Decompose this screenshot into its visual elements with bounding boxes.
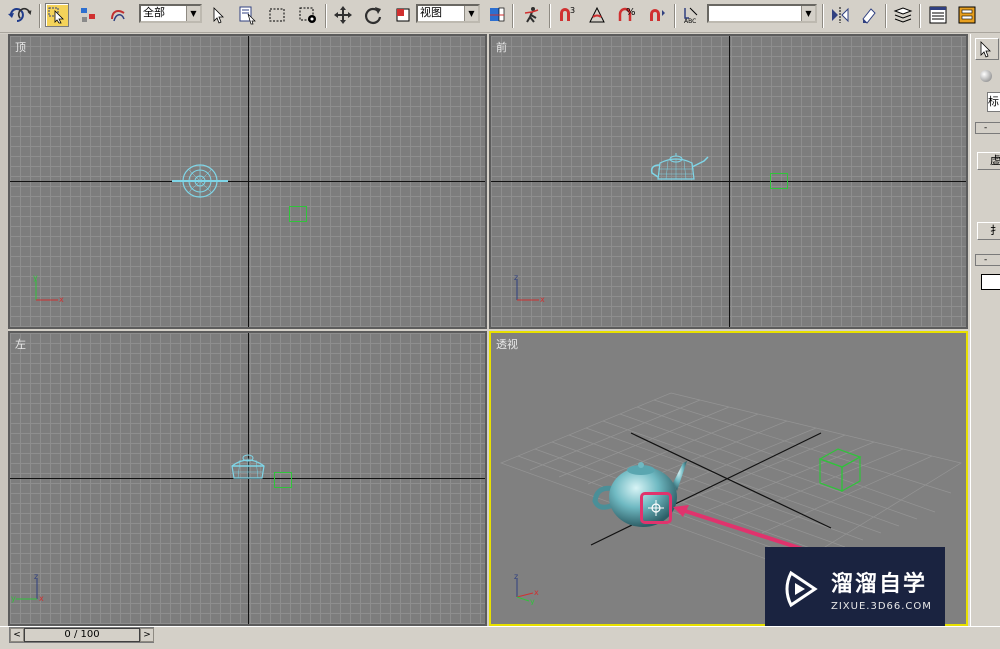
move-icon[interactable] [331, 3, 355, 27]
object-type-button-1[interactable]: 虚 [977, 152, 1000, 170]
named-selection-edit-icon[interactable]: ABC [680, 3, 704, 27]
main-toolbar: 全部 ▼ 视图 ▼ 3 % ABC ▼ [0, 0, 1000, 33]
redo-icon[interactable] [16, 3, 34, 27]
axis-label-y: y [530, 597, 535, 605]
axis-label-z: z [34, 572, 38, 581]
viewport-left[interactable]: 左 z y x [8, 331, 487, 626]
object-type-button-2[interactable]: 扌 [977, 222, 1000, 240]
window-crossing-icon[interactable] [296, 3, 320, 27]
time-next-icon[interactable]: > [140, 628, 154, 642]
viewport-label-front[interactable]: 前 [496, 39, 507, 55]
axis-label-x: x [59, 295, 64, 304]
axis-tripod-perspective: z x y [514, 572, 539, 605]
watermark-logo: 溜溜自学 ZIXUE.3D66.COM [765, 547, 945, 631]
svg-text:3: 3 [570, 6, 575, 15]
dummy-helper-top[interactable] [289, 206, 307, 222]
time-slider-thumb[interactable]: 0 / 100 [24, 628, 140, 642]
select-cursor-icon[interactable] [206, 3, 230, 27]
viewport-label-top[interactable]: 顶 [15, 39, 26, 55]
status-bar: < 0 / 100 > [0, 626, 1000, 649]
command-panel: 标 - 虚 扌 - [970, 34, 1000, 626]
select-by-name-icon[interactable] [77, 3, 101, 27]
mirror-icon[interactable] [828, 3, 852, 27]
axis-label-y: y [11, 594, 16, 603]
angle-snap-icon[interactable] [585, 3, 609, 27]
align-icon[interactable] [857, 3, 881, 27]
dummy-helper-front[interactable] [770, 173, 788, 189]
category-dropdown-value: 标 [988, 95, 999, 108]
create-tab-icon[interactable] [975, 38, 999, 60]
world-axis-z [729, 36, 730, 327]
max-window: 全部 ▼ 视图 ▼ 3 % ABC ▼ 顶 y x 前 z x 左 z y x … [0, 0, 1000, 649]
watermark-title: 溜溜自学 [831, 572, 928, 597]
axis-label-y: y [33, 274, 38, 282]
axis-label-x: x [534, 588, 539, 597]
play-logo-icon [785, 570, 818, 608]
rotate-icon[interactable] [361, 3, 385, 27]
axis-tripod-left: z y x [11, 572, 44, 603]
select-object-icon[interactable] [45, 3, 69, 27]
pivot-center-icon[interactable] [485, 3, 509, 27]
chevron-down-icon: ▼ [801, 6, 815, 21]
frame-counter: 0 / 100 [64, 629, 100, 640]
object-type-button-1-label: 虚 [990, 154, 1000, 167]
schematic-view-icon[interactable] [955, 3, 979, 27]
geometry-sphere-icon[interactable] [980, 70, 992, 82]
rollout-header-2[interactable]: - [975, 254, 1000, 266]
watermark-url: ZIXUE.3D66.COM [831, 601, 932, 612]
percent-snap-icon[interactable]: % [615, 3, 639, 27]
scale-icon[interactable] [391, 3, 415, 27]
world-axis-y [248, 36, 249, 327]
viewport-top[interactable]: 顶 y x [8, 34, 487, 329]
viewport-front[interactable]: 前 z x [489, 34, 968, 329]
viewport-label-left[interactable]: 左 [15, 336, 26, 352]
axis-label-x: x [540, 295, 545, 304]
snap-3d-icon[interactable]: 3 [555, 3, 579, 27]
axis-label-z: z [514, 572, 518, 581]
selection-filter-value: 全部 [143, 6, 165, 19]
axis-label-z: z [514, 274, 518, 282]
pivot-crosshair-icon[interactable] [646, 498, 666, 518]
link-icon[interactable] [106, 3, 130, 27]
curve-editor-icon[interactable] [926, 3, 950, 27]
left-edge-strip [0, 34, 8, 626]
reference-coord-value: 视图 [420, 6, 442, 19]
axis-tripod-front: z x [514, 274, 545, 304]
dummy-helper-left[interactable] [274, 472, 292, 488]
svg-text:%: % [626, 7, 636, 18]
svg-text:ABC: ABC [684, 18, 696, 25]
axis-label-x: x [39, 594, 44, 603]
teapot-wireframe-front[interactable] [646, 151, 716, 186]
layer-manager-icon[interactable] [891, 3, 915, 27]
teapot-wireframe-left[interactable] [228, 452, 268, 482]
dummy-helper-perspective[interactable] [816, 445, 866, 495]
spinner-snap-icon[interactable] [645, 3, 669, 27]
time-prev-icon[interactable]: < [10, 628, 24, 642]
chevron-down-icon: ▼ [464, 6, 478, 21]
named-selection-dropdown[interactable]: ▼ [707, 4, 817, 23]
category-dropdown[interactable]: 标 [987, 92, 1000, 112]
select-by-name-list-icon[interactable] [236, 3, 260, 27]
chevron-down-icon: ▼ [186, 6, 200, 21]
select-manipulate-icon[interactable] [520, 3, 544, 27]
name-field[interactable] [981, 274, 1000, 290]
rollout-header-1[interactable]: - [975, 122, 1000, 134]
selection-filter-dropdown[interactable]: 全部 ▼ [139, 4, 202, 23]
object-type-button-2-label: 扌 [990, 224, 1000, 237]
axis-tripod-top: y x [33, 274, 64, 304]
rect-selection-icon[interactable] [265, 3, 289, 27]
reference-coord-dropdown[interactable]: 视图 ▼ [416, 4, 480, 23]
teapot-wireframe-top[interactable] [170, 161, 230, 201]
time-slider[interactable]: < 0 / 100 > [9, 627, 154, 643]
